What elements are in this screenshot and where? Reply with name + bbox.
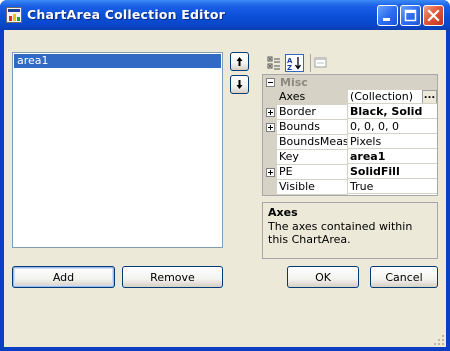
property-help-panel: Axes The axes contained within this Char…: [262, 202, 438, 259]
expand-icon[interactable]: [266, 168, 275, 177]
property-row-visible[interactable]: Visible True: [263, 180, 437, 195]
expand-icon[interactable]: [266, 108, 275, 117]
property-row-bounds[interactable]: Bounds 0, 0, 0, 0: [263, 120, 437, 135]
dialog-client-area: area1 A Z Misc Axes (Collection) ... Bor…: [4, 30, 446, 347]
property-name: Key: [277, 150, 348, 165]
close-button[interactable]: [423, 5, 444, 26]
add-button[interactable]: Add: [12, 266, 115, 288]
svg-text:Z: Z: [287, 64, 292, 71]
property-value[interactable]: 0, 0, 0, 0: [348, 120, 437, 134]
property-name: Border: [277, 105, 348, 120]
property-name: BoundsMeasu: [277, 135, 348, 150]
arrow-up-icon: [236, 57, 243, 66]
alphabetical-sort-icon: A Z: [287, 57, 302, 71]
title-bar[interactable]: ChartArea Collection Editor: [0, 0, 450, 30]
property-value[interactable]: True: [348, 180, 437, 194]
property-row-bounds-measure[interactable]: BoundsMeasu Pixels: [263, 135, 437, 150]
maximize-button[interactable]: [400, 5, 421, 26]
minimize-button[interactable]: [377, 5, 398, 26]
property-name: Visible: [277, 180, 348, 195]
category-label: Misc: [280, 76, 308, 89]
property-pages-icon: [314, 57, 327, 68]
row-gutter: [263, 120, 277, 135]
property-value[interactable]: area1: [348, 150, 437, 164]
chart-app-icon: [6, 7, 22, 23]
collection-editor-window: ChartArea Collection Editor area1 A Z Mi…: [0, 0, 450, 351]
property-value[interactable]: SolidFill: [348, 165, 437, 179]
move-up-button[interactable]: [230, 52, 249, 71]
help-title: Axes: [268, 206, 298, 219]
close-icon: [427, 9, 440, 22]
property-pages-button[interactable]: [310, 54, 329, 72]
row-gutter: [263, 180, 277, 195]
row-gutter: [263, 165, 277, 180]
property-value[interactable]: Pixels: [348, 135, 437, 149]
members-listbox[interactable]: area1: [12, 52, 223, 248]
alphabetical-button[interactable]: A Z: [285, 54, 304, 72]
property-grid: Misc Axes (Collection) ... Border Black,…: [262, 74, 438, 196]
category-header[interactable]: Misc: [263, 75, 437, 90]
row-gutter: [263, 135, 277, 150]
collapse-icon[interactable]: [266, 78, 275, 87]
property-name: Axes: [277, 90, 348, 105]
categorized-icon: [267, 56, 280, 70]
move-down-button[interactable]: [230, 75, 249, 94]
window-title: ChartArea Collection Editor: [27, 7, 225, 22]
row-gutter: [263, 150, 277, 165]
help-description: The axes contained within this ChartArea…: [268, 220, 413, 246]
arrow-down-icon: [236, 80, 243, 89]
property-value[interactable]: (Collection) ...: [348, 90, 437, 104]
maximize-icon: [404, 9, 417, 22]
row-gutter: [263, 105, 277, 120]
remove-button[interactable]: Remove: [122, 266, 223, 288]
resize-grip-icon[interactable]: [433, 334, 445, 346]
property-value[interactable]: Black, Solid: [348, 105, 437, 119]
property-row-axes[interactable]: Axes (Collection) ...: [263, 90, 437, 105]
list-item[interactable]: area1: [14, 54, 221, 68]
property-row-key[interactable]: Key area1: [263, 150, 437, 165]
property-value-text: (Collection): [350, 90, 413, 103]
categorized-button[interactable]: [265, 54, 284, 72]
ellipsis-button[interactable]: ...: [422, 90, 437, 103]
minimize-icon: [383, 18, 390, 21]
property-name: Bounds: [277, 120, 348, 135]
property-name: PE: [277, 165, 348, 180]
ok-button[interactable]: OK: [287, 266, 359, 288]
expand-icon[interactable]: [266, 123, 275, 132]
row-gutter: [263, 90, 277, 105]
property-row-pe[interactable]: PE SolidFill: [263, 165, 437, 180]
cancel-button[interactable]: Cancel: [370, 266, 438, 288]
property-row-border[interactable]: Border Black, Solid: [263, 105, 437, 120]
property-grid-toolbar: A Z: [262, 52, 438, 74]
